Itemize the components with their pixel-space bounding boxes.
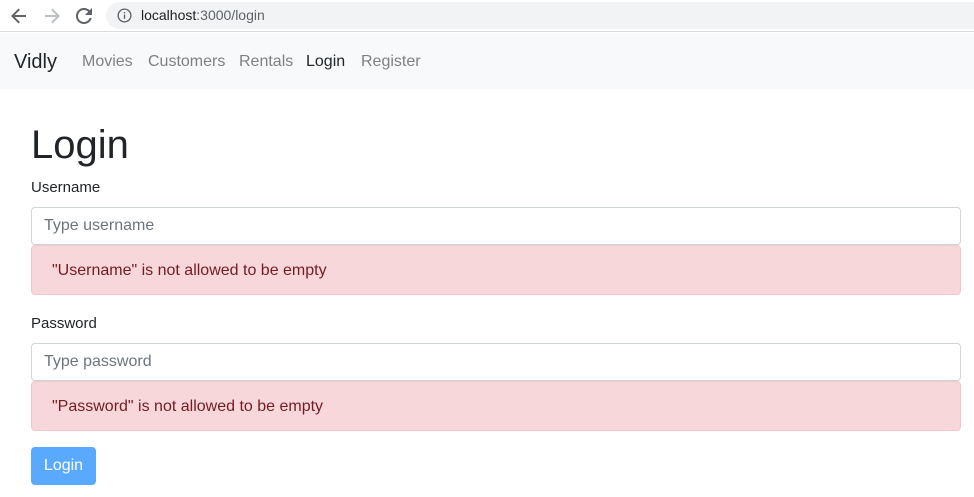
address-bar[interactable]: localhost:3000/login	[106, 2, 974, 29]
navbar: Vidly Movies Customers Rentals Login Reg…	[0, 33, 974, 89]
login-button[interactable]: Login	[31, 447, 96, 485]
arrow-left-icon[interactable]	[7, 4, 31, 28]
nav-link-movies[interactable]: Movies	[82, 52, 133, 72]
arrow-right-icon[interactable]	[40, 4, 64, 28]
browser-toolbar: localhost:3000/login	[0, 0, 974, 32]
nav-link-rentals[interactable]: Rentals	[239, 52, 293, 72]
password-input[interactable]	[31, 343, 961, 381]
page-title: Login	[31, 123, 129, 167]
nav-link-customers[interactable]: Customers	[148, 52, 225, 72]
reload-icon[interactable]	[72, 4, 96, 28]
password-error-alert: "Password" is not allowed to be empty	[31, 381, 961, 431]
brand-link[interactable]: Vidly	[14, 50, 57, 74]
username-error-alert: "Username" is not allowed to be empty	[31, 245, 961, 295]
nav-link-register[interactable]: Register	[361, 52, 421, 72]
url-path: :3000/login	[196, 7, 265, 23]
url-host: localhost	[141, 7, 197, 23]
username-label: Username	[31, 179, 101, 196]
url-text: localhost:3000/login	[141, 7, 265, 24]
password-label: Password	[31, 315, 97, 332]
username-input[interactable]	[31, 207, 961, 245]
info-icon[interactable]	[117, 8, 132, 23]
nav-link-login[interactable]: Login	[306, 52, 345, 72]
